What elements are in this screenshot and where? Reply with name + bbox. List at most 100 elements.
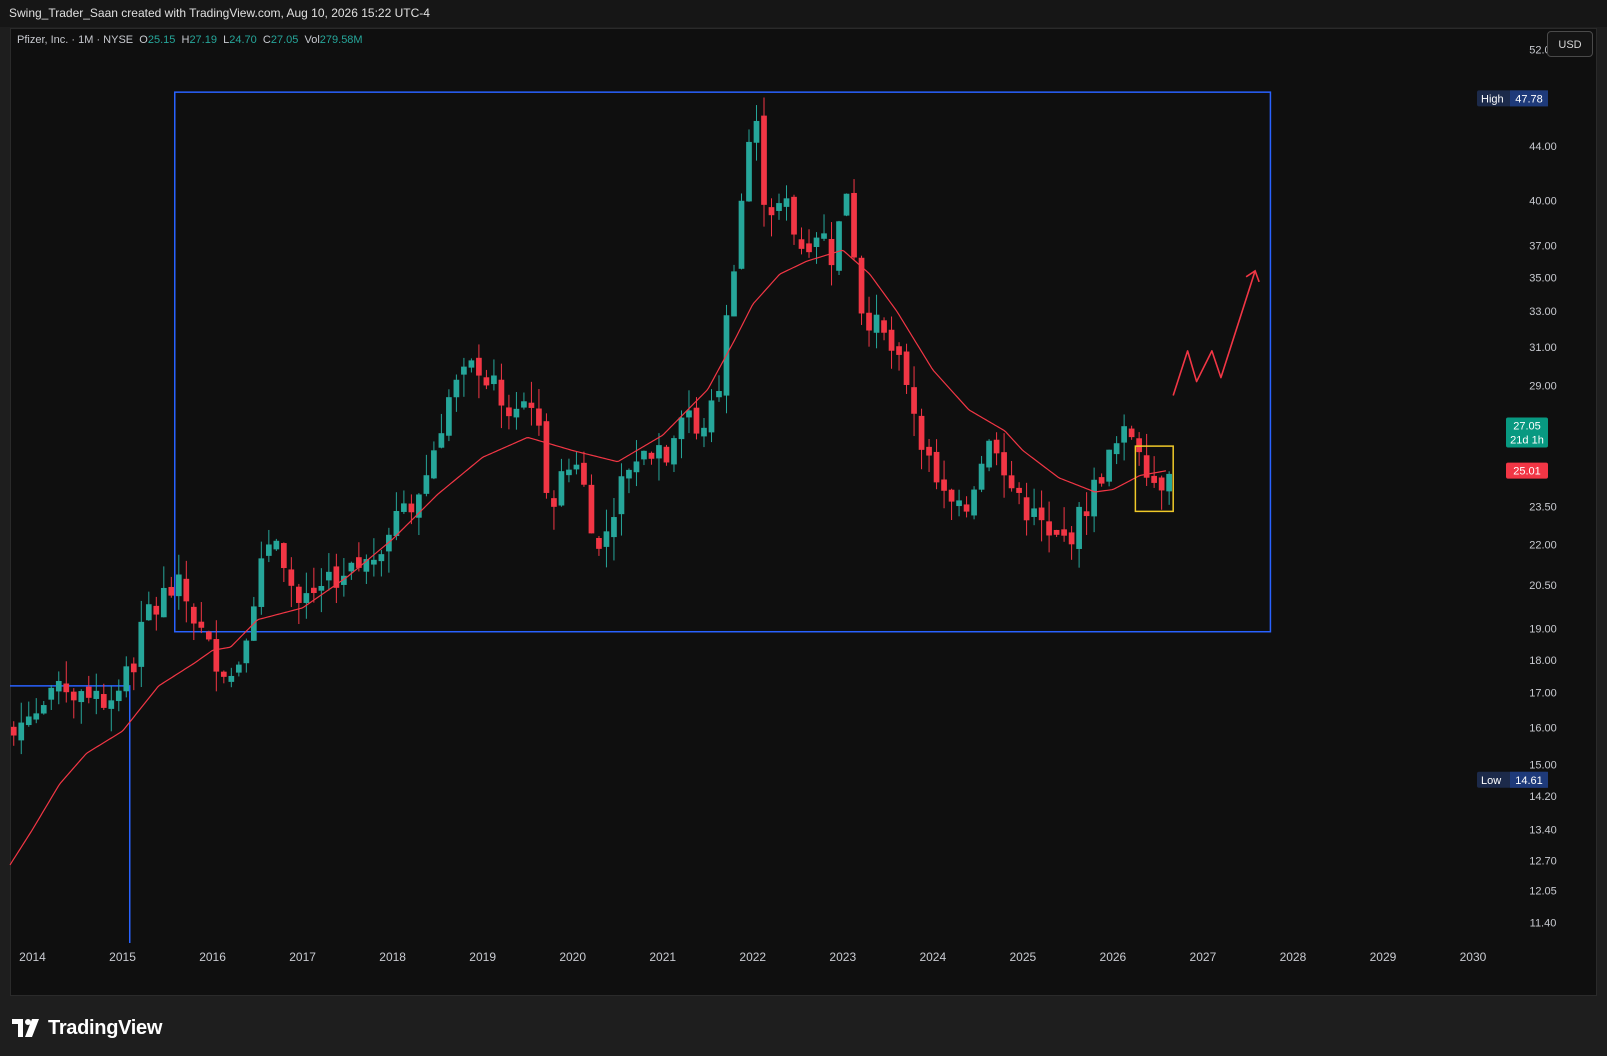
candle-body bbox=[761, 115, 767, 205]
candle-body bbox=[348, 562, 355, 572]
candle-body bbox=[1158, 477, 1165, 491]
candle-body bbox=[656, 445, 662, 459]
y-tick-label: 12.70 bbox=[1529, 855, 1557, 867]
open-label: O bbox=[139, 34, 148, 46]
candle-body bbox=[551, 498, 557, 507]
low-label-tag: Low bbox=[1481, 775, 1501, 787]
currency-button[interactable]: USD bbox=[1547, 31, 1593, 57]
y-tick-label: 44.00 bbox=[1529, 141, 1557, 153]
candle-body bbox=[641, 450, 647, 460]
candle-body bbox=[806, 243, 812, 253]
y-tick-label: 37.00 bbox=[1529, 240, 1557, 252]
candle-body bbox=[581, 462, 587, 485]
candle-body bbox=[476, 357, 482, 376]
candle-body bbox=[93, 690, 100, 699]
y-tick-label: 12.05 bbox=[1529, 886, 1557, 898]
candle-body bbox=[1061, 529, 1067, 536]
candle-body bbox=[956, 500, 962, 507]
candle-body bbox=[671, 438, 677, 465]
ma-price-value: 25.01 bbox=[1513, 466, 1541, 478]
x-tick-label: 2023 bbox=[829, 950, 856, 964]
x-tick-label: 2026 bbox=[1100, 950, 1127, 964]
candle-body bbox=[220, 671, 227, 677]
candle-body bbox=[873, 314, 880, 333]
x-tick-label: 2014 bbox=[19, 950, 46, 964]
y-tick-label: 15.00 bbox=[1529, 760, 1557, 772]
candle-body bbox=[18, 722, 25, 741]
candle-body bbox=[431, 450, 437, 479]
candle-body bbox=[588, 484, 595, 534]
candle-body bbox=[978, 463, 985, 490]
candle-body bbox=[903, 351, 910, 385]
price-chart[interactable]: 52.0044.0040.0037.0035.0033.0031.0029.00… bbox=[0, 0, 1607, 1000]
candle-body bbox=[1031, 508, 1037, 517]
candle-body bbox=[265, 544, 272, 556]
y-tick-label: 14.20 bbox=[1529, 791, 1557, 803]
candle-body bbox=[716, 391, 722, 398]
candle-body bbox=[461, 366, 467, 375]
candle-body bbox=[1151, 475, 1157, 483]
candle-body bbox=[175, 574, 182, 597]
x-tick-label: 2030 bbox=[1460, 950, 1487, 964]
candle-body bbox=[160, 587, 167, 618]
candle-body bbox=[55, 680, 62, 692]
x-tick-label: 2029 bbox=[1370, 950, 1397, 964]
y-tick-label: 16.00 bbox=[1529, 723, 1557, 735]
candle-body bbox=[506, 407, 512, 417]
candle-body bbox=[1098, 477, 1105, 484]
candle-body bbox=[235, 664, 242, 673]
candle-body bbox=[498, 379, 505, 406]
x-tick-label: 2025 bbox=[1009, 950, 1036, 964]
candle-body bbox=[378, 554, 385, 562]
candle-body bbox=[295, 586, 302, 603]
x-tick-label: 2021 bbox=[649, 950, 676, 964]
candle-body bbox=[566, 469, 572, 476]
symbol-title: Pfizer, Inc. · 1M · NYSE bbox=[17, 34, 134, 46]
open-value: 25.15 bbox=[147, 34, 176, 46]
candle-body bbox=[115, 690, 122, 702]
candle-body bbox=[558, 471, 565, 506]
candle-body bbox=[190, 606, 197, 624]
x-tick-label: 2027 bbox=[1190, 950, 1217, 964]
x-tick-label: 2022 bbox=[739, 950, 766, 964]
x-tick-label: 2020 bbox=[559, 950, 586, 964]
candle-body bbox=[678, 417, 685, 440]
candle-body bbox=[693, 407, 700, 434]
candle-body bbox=[768, 207, 775, 216]
moving-average-layer bbox=[9, 249, 1167, 866]
price-axis[interactable]: 52.0044.0040.0037.0035.0033.0031.0029.00… bbox=[1529, 45, 1557, 930]
candle-body bbox=[85, 686, 92, 698]
high-value: 27.19 bbox=[189, 34, 217, 46]
candle-body bbox=[1128, 428, 1135, 438]
candle-body bbox=[153, 605, 160, 615]
candle-body bbox=[1038, 507, 1045, 521]
y-tick-label: 22.00 bbox=[1529, 539, 1557, 551]
candle-body bbox=[1083, 511, 1090, 517]
time-axis[interactable]: 2014 2015 2016 2017 2018 2019 2020 2021 2022 2023… bbox=[19, 950, 1487, 964]
tradingview-logo[interactable]: TradingView bbox=[12, 1016, 162, 1040]
candle-body bbox=[986, 440, 992, 468]
candle-body bbox=[483, 377, 490, 386]
candle-body bbox=[738, 200, 745, 269]
candle-body bbox=[423, 475, 430, 494]
y-tick-label: 35.00 bbox=[1529, 272, 1557, 284]
x-tick-label: 2019 bbox=[469, 950, 496, 964]
candle-body bbox=[1076, 506, 1082, 549]
candle-body bbox=[521, 401, 527, 408]
candle-body bbox=[1001, 452, 1007, 476]
candle-body bbox=[573, 464, 580, 470]
candle-body bbox=[798, 239, 805, 249]
candle-body bbox=[288, 569, 295, 586]
candle-body bbox=[108, 700, 115, 709]
candle-body bbox=[843, 193, 850, 216]
candle-body bbox=[33, 713, 40, 720]
candle-body bbox=[438, 433, 445, 448]
candle-body bbox=[993, 439, 1000, 454]
candle-body bbox=[821, 233, 827, 239]
x-tick-label: 2015 bbox=[109, 950, 136, 964]
candle-body bbox=[701, 427, 707, 437]
candle-body bbox=[311, 587, 317, 594]
volume-value: 279.58M bbox=[319, 34, 363, 46]
last-price-value: 27.05 bbox=[1513, 421, 1541, 433]
candle-body bbox=[25, 716, 32, 726]
